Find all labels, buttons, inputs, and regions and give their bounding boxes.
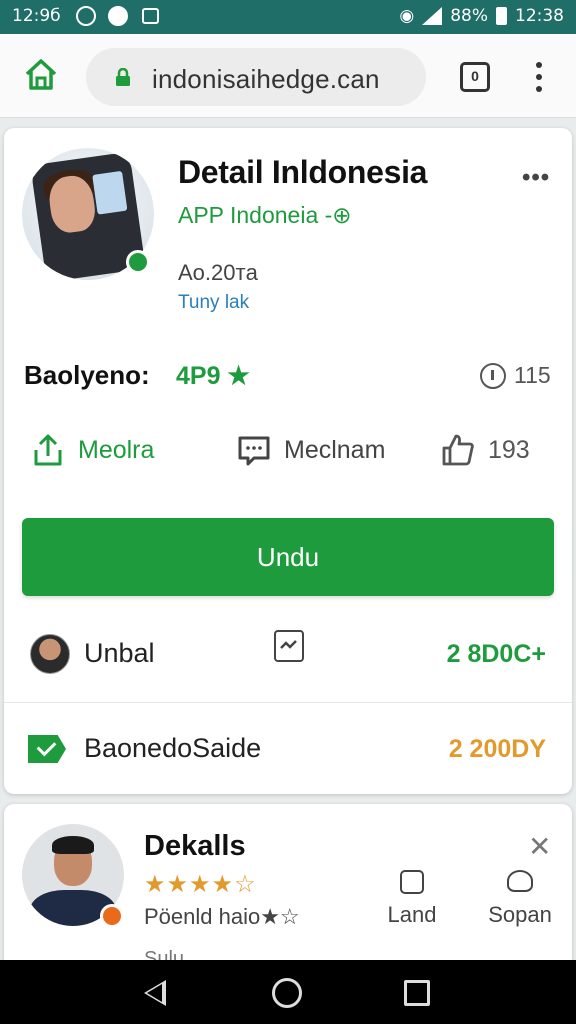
- more-options-icon[interactable]: •••: [522, 164, 550, 192]
- back-icon[interactable]: [144, 980, 166, 1006]
- check-tag-icon: [28, 735, 66, 763]
- review-action-land[interactable]: Land: [382, 870, 442, 928]
- notification-icon: [76, 6, 96, 26]
- person-icon: [507, 870, 533, 892]
- url-text[interactable]: indonisaihedge.can: [152, 64, 380, 95]
- verified-badge-icon: [126, 250, 150, 274]
- review-card: Dekalls ★★★★☆ Pöenld haio★☆ ✕ Land Sopan…: [4, 804, 572, 974]
- lock-icon: [116, 68, 130, 86]
- url-bar[interactable]: indonisaihedge.can: [86, 48, 426, 106]
- rating-label: Baolyeno:: [24, 360, 150, 390]
- reviewer-name: Dekalls: [144, 830, 246, 862]
- close-icon[interactable]: ✕: [528, 830, 551, 863]
- status-right: ◉ 88% 12:38: [399, 6, 564, 26]
- list-item-label: BaonedoSaide: [84, 733, 262, 763]
- thumbs-up-icon: [442, 434, 474, 466]
- app-detail-card: Detail Inldonesia ••• APP Indoneia -⊕ Ao…: [4, 128, 572, 794]
- recent-apps-icon[interactable]: [404, 980, 430, 1006]
- like-count: 193: [488, 435, 530, 464]
- review-action-label: Land: [387, 902, 437, 927]
- reviewer-badge-icon: [100, 904, 124, 928]
- report-count-value: 115: [514, 362, 551, 388]
- signal-icon: [422, 7, 443, 25]
- status-time-right: 12:38: [515, 6, 564, 26]
- review-action-sopan[interactable]: Sopan: [484, 870, 556, 928]
- battery-percent: 88%: [450, 6, 488, 26]
- list-item-value: 2 8D0C+: [446, 640, 546, 668]
- chart-icon[interactable]: [274, 630, 304, 662]
- like-action[interactable]: 193: [440, 432, 530, 468]
- wifi-icon: ◉: [399, 6, 415, 26]
- review-stars: ★★★★☆: [144, 871, 257, 898]
- comment-icon: [238, 436, 270, 466]
- download-button[interactable]: Undu: [22, 518, 554, 596]
- battery-icon: [496, 7, 507, 25]
- status-time-left: 12:9б: [12, 6, 61, 26]
- share-action[interactable]: Meolra: [30, 432, 154, 468]
- comment-label: Meclnam: [284, 435, 386, 464]
- record-icon: [108, 6, 128, 26]
- home-circle-icon[interactable]: [272, 978, 302, 1008]
- app-meta: Ao.20тa: [178, 260, 258, 285]
- status-bar: 12:9б ◉ 88% 12:38: [0, 0, 576, 34]
- review-text: Pöenld haio★☆: [144, 904, 300, 929]
- list-item[interactable]: BaonedoSaide 2 200DY: [4, 702, 572, 792]
- home-icon[interactable]: [22, 56, 60, 94]
- share-icon: [34, 434, 62, 466]
- avatar: [30, 634, 70, 674]
- rating-value: 4P9 ★: [176, 362, 250, 390]
- review-action-label: Sopan: [488, 902, 552, 927]
- list-item-value: 2 200DY: [448, 735, 546, 763]
- app-link[interactable]: Tuny lak: [178, 292, 249, 314]
- list-item-label: Unbal: [84, 638, 155, 668]
- share-label: Meolra: [78, 435, 155, 464]
- app-title: Detail Inldonesia: [178, 154, 428, 190]
- system-nav-bar: [0, 960, 576, 1024]
- browser-toolbar: indonisaihedge.can 0: [0, 34, 576, 118]
- list-item[interactable]: Unbal 2 8D0C+: [4, 608, 572, 698]
- tabs-button[interactable]: 0: [460, 62, 490, 92]
- browser-menu-icon[interactable]: [528, 60, 548, 94]
- report-count[interactable]: 115: [480, 362, 551, 389]
- screenshot-icon: [142, 8, 159, 24]
- alert-icon: [480, 362, 506, 389]
- square-icon: [400, 870, 424, 894]
- comment-action[interactable]: Meclnam: [236, 432, 385, 468]
- app-developer[interactable]: APP Indoneia -⊕: [178, 202, 352, 229]
